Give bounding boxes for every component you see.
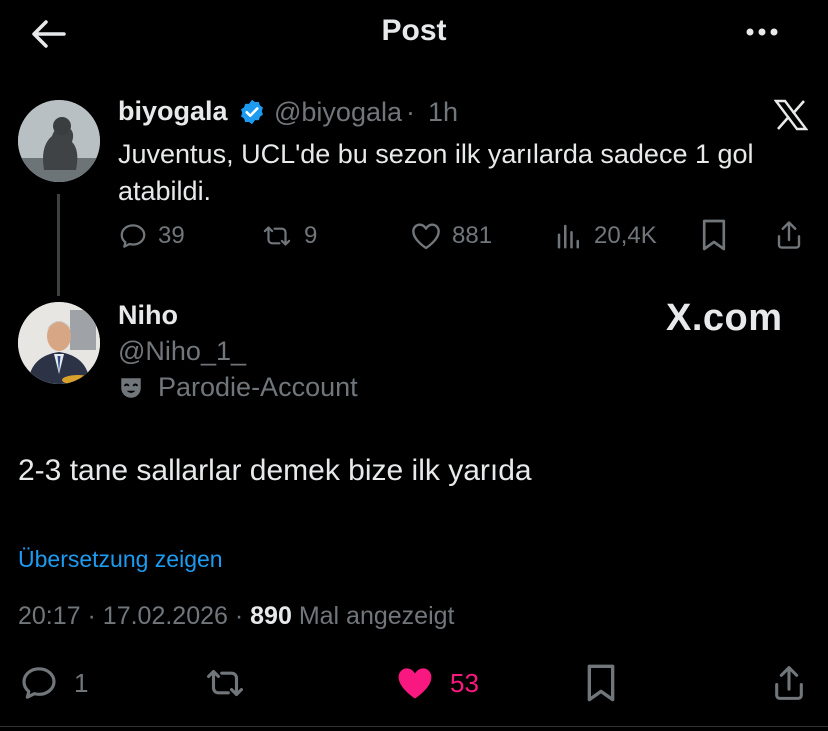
quoted-author-handle[interactable]: @biyogala [274, 97, 402, 128]
quoted-author-avatar[interactable] [18, 100, 100, 182]
quoted-reply-count: 39 [158, 222, 185, 249]
separator-dot: · [406, 97, 415, 127]
separator-dot: · [87, 602, 96, 630]
quoted-like-count: 881 [452, 222, 493, 249]
repost-icon [260, 221, 294, 251]
view-count-label: Mal angezeigt [298, 602, 455, 630]
theater-mask-icon [118, 375, 144, 401]
repost-icon [202, 663, 248, 703]
show-translation-link[interactable]: Übersetzung zeigen [18, 546, 223, 573]
like-count: 53 [450, 667, 479, 698]
verified-badge-icon [238, 98, 266, 126]
author-handle[interactable]: @Niho_1_ [118, 336, 246, 367]
post-date[interactable]: 17.02.2026 [103, 602, 228, 630]
post-time[interactable]: 20:17 [18, 602, 81, 630]
quoted-bookmark-icon[interactable] [700, 218, 728, 252]
quoted-post-time[interactable]: 1h [428, 97, 458, 128]
page-title: Post [381, 14, 447, 47]
reply-count: 1 [74, 667, 89, 698]
quoted-share-icon[interactable] [774, 218, 804, 252]
like-button[interactable]: 53 [394, 662, 479, 704]
parody-account-text: Parodie-Account [158, 372, 358, 402]
author-name[interactable]: Niho [118, 300, 178, 331]
quoted-view-count: 20,4K [594, 222, 657, 249]
thread-connector-line [57, 194, 60, 296]
quoted-repost-count: 9 [304, 222, 318, 249]
repost-button[interactable] [202, 662, 248, 704]
share-icon [770, 663, 808, 703]
quoted-like-button[interactable]: 881 [410, 220, 492, 252]
x-logo-icon [774, 99, 808, 131]
bookmark-icon [584, 663, 618, 703]
separator-dot: · [234, 602, 244, 630]
heart-filled-icon [394, 664, 436, 702]
reply-icon [118, 221, 148, 251]
quoted-post-text: Juventus, UCL'de bu sezon ilk yarılarda … [118, 139, 754, 206]
post-text: 2-3 tane sallarlar demek bize ilk yarıda [18, 454, 532, 487]
view-count: 890 [250, 602, 292, 630]
x-com-watermark: X.com [666, 297, 783, 339]
divider [0, 726, 828, 727]
heart-icon [410, 221, 442, 251]
share-button[interactable] [770, 662, 808, 704]
quoted-views-button[interactable]: 20,4K [554, 220, 657, 252]
reply-icon [18, 663, 60, 703]
post-metadata: 20:17 · 17.02.2026 · 890 Mal angezeigt [18, 602, 454, 631]
quoted-repost-button[interactable]: 9 [260, 220, 317, 252]
analytics-icon [554, 221, 584, 251]
reply-button[interactable]: 1 [18, 662, 88, 704]
more-options-icon[interactable] [744, 20, 784, 44]
bookmark-button[interactable] [584, 662, 618, 704]
quoted-reply-button[interactable]: 39 [118, 220, 185, 252]
quoted-author-name[interactable]: biyogala [118, 96, 228, 127]
author-avatar[interactable] [18, 302, 100, 384]
parody-account-label: Parodie-Account [118, 372, 358, 403]
